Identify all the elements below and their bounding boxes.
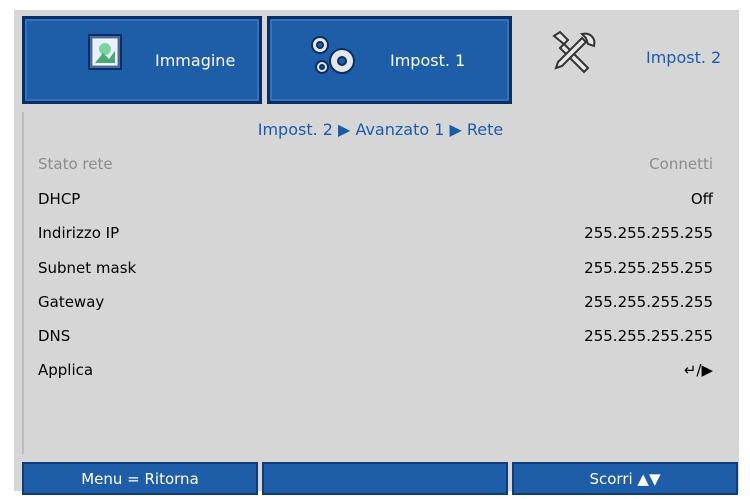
menu-row-dhcp[interactable]: DHCP Off (38, 187, 713, 211)
footer-left-label: Menu = Ritorna (81, 469, 199, 488)
row-label: Subnet mask (38, 259, 137, 277)
breadcrumb: Impost. 2 ▶ Avanzato 1 ▶ Rete (257, 120, 504, 139)
footer-center (262, 462, 508, 495)
row-value: 255.255.255.255 (584, 327, 713, 345)
row-value: 255.255.255.255 (584, 259, 713, 277)
tab-impost-1[interactable]: Impost. 1 (267, 16, 512, 104)
tab-label: Impost. 1 (390, 50, 466, 70)
content-panel: Impost. 2 ▶ Avanzato 1 ▶ Rete Stato rete… (22, 112, 737, 454)
menu-row-subnet-mask[interactable]: Subnet mask 255.255.255.255 (38, 256, 713, 280)
tab-label: Immagine (155, 50, 236, 70)
row-label: Stato rete (38, 155, 113, 173)
menu-row-gateway[interactable]: Gateway 255.255.255.255 (38, 290, 713, 314)
menu-row-stato-rete: Stato rete Connetti (38, 152, 713, 176)
footer-right-label: Scorri ▲▼ (589, 469, 661, 488)
row-label: DHCP (38, 190, 81, 208)
menu-row-indirizzo-ip[interactable]: Indirizzo IP 255.255.255.255 (38, 221, 713, 245)
footer-menu-return: Menu = Ritorna (22, 462, 258, 495)
enter-arrow-icon: ↵/▶ (683, 361, 713, 379)
row-value: Off (690, 190, 713, 208)
row-value: 255.255.255.255 (584, 224, 713, 242)
row-value: 255.255.255.255 (584, 293, 713, 311)
tools-icon (552, 30, 596, 74)
row-label: Gateway (38, 293, 105, 311)
menu-row-dns[interactable]: DNS 255.255.255.255 (38, 324, 713, 348)
tab-impost-2[interactable]: Impost. 2 (516, 10, 739, 104)
picture-icon (88, 34, 122, 70)
row-label: DNS (38, 327, 71, 345)
row-label: Applica (38, 361, 94, 379)
tab-immagine[interactable]: Immagine (22, 16, 262, 104)
footer-scroll: Scorri ▲▼ (512, 462, 738, 495)
gears-icon (311, 36, 355, 74)
menu-row-applica[interactable]: Applica ↵/▶ (38, 358, 713, 382)
tab-label: Impost. 2 (646, 47, 722, 67)
row-label: Indirizzo IP (38, 224, 120, 242)
row-value: Connetti (649, 155, 713, 173)
